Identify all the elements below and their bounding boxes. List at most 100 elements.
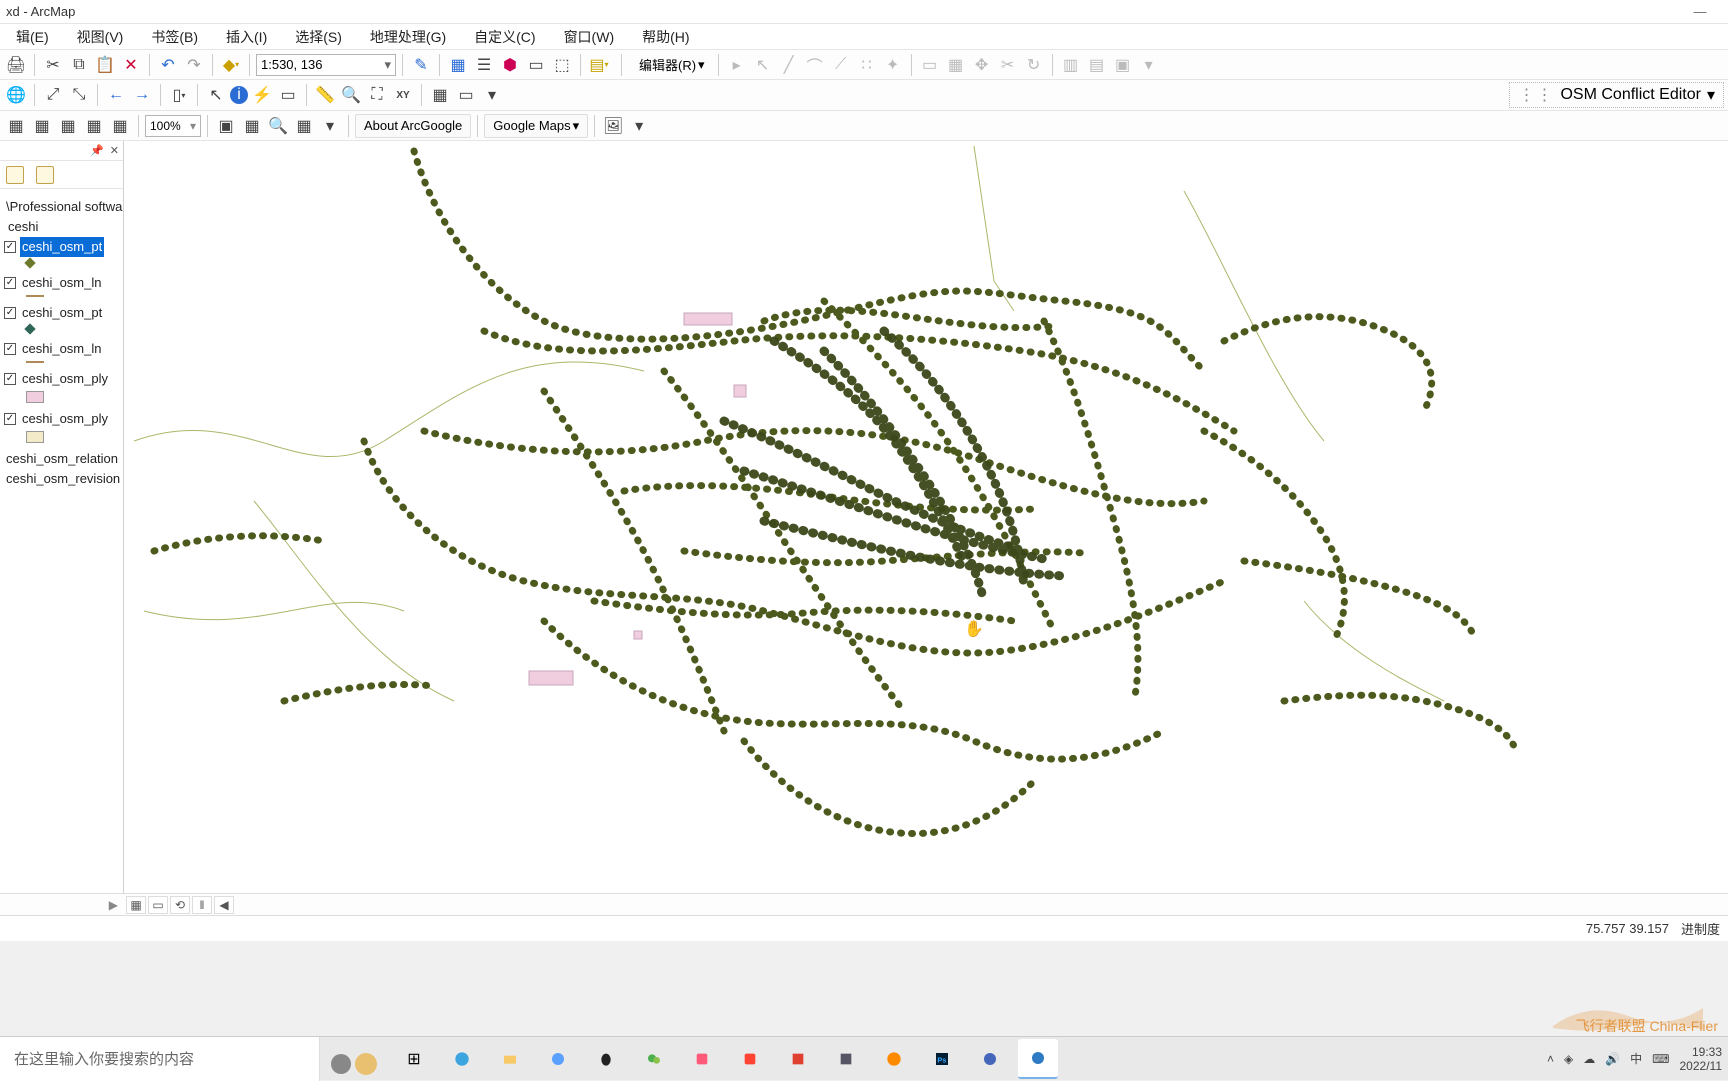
volume-icon[interactable]: 🔊 [1605,1052,1620,1066]
checkbox-icon[interactable]: ✓ [4,343,16,355]
edit-line-icon[interactable]: ╱ [777,53,801,77]
photoshop-icon[interactable]: Ps [922,1039,962,1079]
app3-icon[interactable] [730,1039,770,1079]
layer-name[interactable]: ceshi_osm_ln [20,339,104,359]
editor-toolbar-icon[interactable]: ✎ [409,53,433,77]
menu-selection[interactable]: 选择(S) [281,24,356,50]
edit-grid-icon[interactable]: ▦ [944,53,968,77]
rewind-icon[interactable]: ◀ [214,896,234,914]
identify-icon[interactable]: i [230,86,248,104]
menu-window[interactable]: 窗口(W) [550,24,629,50]
print-icon[interactable]: 🖨 [4,53,28,77]
menu-insert[interactable]: 插入(I) [212,24,281,50]
editor-menu[interactable]: 编辑器(R)▾ [632,53,712,77]
cloud-icon[interactable]: ☁ [1583,1052,1595,1066]
toc-body[interactable]: \Professional softwar ceshi ✓ ceshi_osm_… [0,189,123,893]
edit-play-icon[interactable]: ▸ [725,53,749,77]
pause-icon[interactable]: ‖ [192,896,212,914]
layout-view-button[interactable]: ▭ [148,896,168,914]
select-elements-icon[interactable]: ↖ [204,83,228,107]
list-icon[interactable]: ☰ [472,53,496,77]
taskbar-clock[interactable]: 19:33 2022/11 [1680,1045,1723,1073]
focus-icon[interactable]: 🔍 [266,114,290,138]
osm-conflict-label[interactable]: OSM Conflict Editor [1560,86,1700,104]
app5-icon[interactable] [970,1039,1010,1079]
edge-icon[interactable] [442,1039,482,1079]
checkbox-icon[interactable]: ✓ [4,373,16,385]
modelbuilder-icon[interactable]: ⬚ [550,53,574,77]
menu-view[interactable]: 视图(V) [63,24,138,50]
layout4-icon[interactable]: ▦ [82,114,106,138]
map-canvas[interactable]: ✋ [124,141,1728,893]
html-popup-icon[interactable]: ▭ [276,83,300,107]
checkbox-icon[interactable]: ✓ [4,307,16,319]
edit-attr-icon[interactable]: ▥ [1059,53,1083,77]
edit-arc-icon[interactable]: ⌒ [803,53,827,77]
list-by-drawing-icon[interactable] [6,166,24,184]
layer-row[interactable]: ✓ ceshi_osm_ln [4,339,121,359]
file-explorer-icon[interactable] [490,1039,530,1079]
select-features-icon[interactable]: ▯▾ [167,83,191,107]
viewer-window-icon[interactable]: ▭ [454,83,478,107]
next-extent-icon[interactable]: → [130,83,154,107]
goto-xy-icon[interactable]: XY [391,83,415,107]
edit-arrow-icon[interactable]: ↖ [751,53,775,77]
layer-name[interactable]: ceshi_osm_relation [4,449,120,469]
cut-icon[interactable]: ✂ [41,53,65,77]
minimize-button[interactable]: — [1678,0,1722,24]
image-icon[interactable]: 🖼 [601,114,625,138]
network-icon[interactable]: ◈ [1564,1052,1573,1066]
layer-row[interactable]: ✓ ceshi_osm_ln [4,273,121,293]
measure-icon[interactable]: 📏 [313,83,337,107]
app1-icon[interactable] [538,1039,578,1079]
menu-help[interactable]: 帮助(H) [628,24,703,50]
wechat-icon[interactable] [634,1039,674,1079]
layer-name[interactable]: ceshi_osm_ln [20,273,104,293]
edit-dd-icon[interactable]: ▾ [1137,53,1161,77]
find-icon[interactable]: 🔍 [339,83,363,107]
task-view-icon[interactable]: ⊞ [394,1039,434,1079]
map-scale-input[interactable]: 1:530, 136 ▾ [256,54,396,76]
undo-icon[interactable]: ↶ [156,53,180,77]
layer-row[interactable]: ✓ ceshi_osm_ply [4,409,121,429]
dropdown-icon[interactable]: ▾ [1707,85,1715,105]
edit-trace-icon[interactable]: ⟋ [829,53,853,77]
zoom-out-fixed-icon[interactable]: ⤡ [67,83,91,107]
toolbox-icon[interactable]: ⬢ [498,53,522,77]
dd2-icon[interactable]: ▾ [480,83,504,107]
edit-cut-icon[interactable]: ✂ [996,53,1020,77]
pin-icon[interactable]: 📌 [90,144,104,157]
python-icon[interactable]: ▭ [524,53,548,77]
menu-edit[interactable]: 辑(E) [2,24,63,50]
redo-icon[interactable]: ↷ [182,53,206,77]
layer-name[interactable]: ceshi_osm_pt [20,303,104,323]
layer-name[interactable]: ceshi_osm_ply [20,369,110,389]
checkbox-icon[interactable]: ✓ [4,413,16,425]
toc-group[interactable]: ceshi [4,217,121,237]
layout3-icon[interactable]: ▦ [56,114,80,138]
layout-zoom-input[interactable]: 100%▾ [145,115,201,137]
delete-icon[interactable]: ✕ [119,53,143,77]
layer-row[interactable]: ✓ ceshi_osm_pt [4,303,121,323]
tray-chevron-icon[interactable]: ˄ [1547,1052,1554,1066]
add-data-icon[interactable]: ◆▾ [219,53,243,77]
edit-target-icon[interactable]: ▣ [1111,53,1135,77]
grip-handle-icon[interactable]: ⋮⋮ [1518,85,1554,105]
layer-row[interactable]: ✓ ceshi_osm_ply [4,369,121,389]
layer-row[interactable]: ✓ ceshi_osm_pt [4,237,121,257]
ime-indicator[interactable]: 中 [1630,1050,1642,1067]
list-by-source-icon[interactable] [36,166,54,184]
edit-move-icon[interactable]: ✥ [970,53,994,77]
toggle2-icon[interactable]: ▦ [240,114,264,138]
refresh-icon[interactable]: ⟲ [170,896,190,914]
edit-point-icon[interactable]: ∷ [855,53,879,77]
data-view-button[interactable]: ▦ [126,896,146,914]
edit-rotate-icon[interactable]: ↻ [1022,53,1046,77]
scroll-right-icon[interactable]: ▶ [109,898,118,912]
layer-row[interactable]: ceshi_osm_relation [4,449,121,469]
checkbox-icon[interactable]: ✓ [4,241,16,253]
taskbar-search-input[interactable]: 在这里输入你要搜索的内容 [0,1037,320,1081]
toc-root[interactable]: \Professional softwar [4,197,121,217]
layer-name[interactable]: ceshi_osm_revision [4,469,122,489]
layout1-icon[interactable]: ▦ [4,114,28,138]
